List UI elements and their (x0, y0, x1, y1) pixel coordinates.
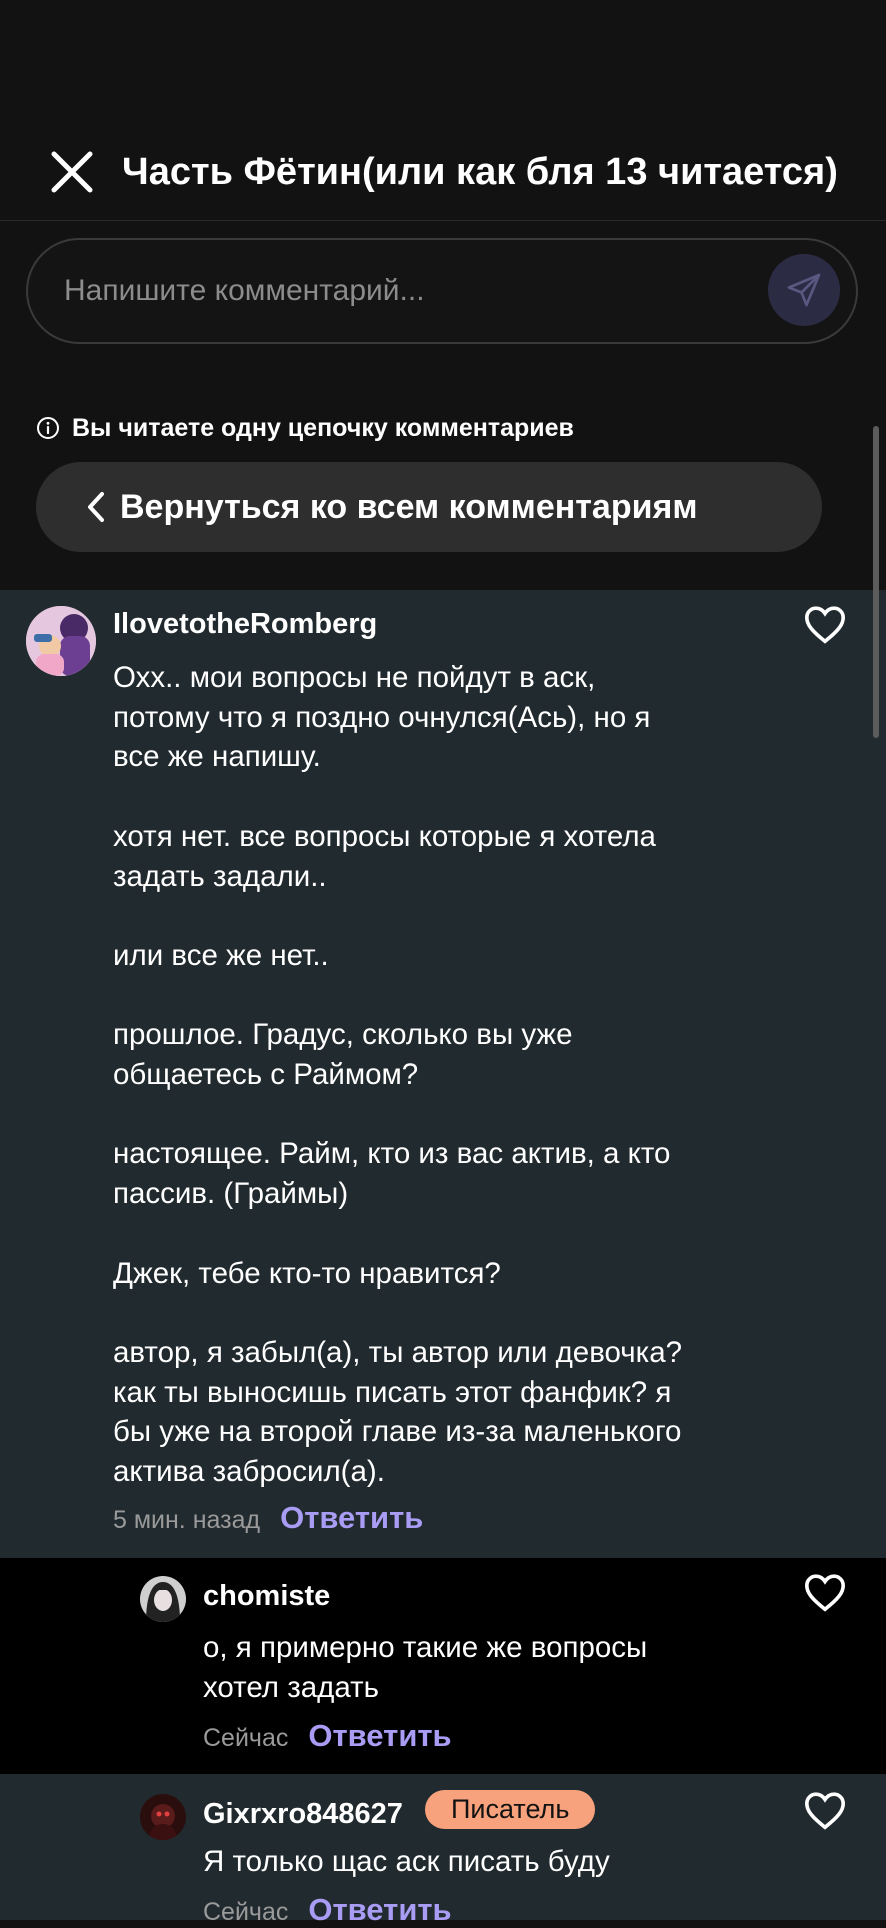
comment-time: Сейчас (203, 1898, 289, 1926)
page-title: Часть Фётин(или как бля 13 читается) (122, 151, 838, 193)
back-to-all-comments-button[interactable]: Вернуться ко всем комментариям (36, 462, 822, 552)
comment-text: Я только щас аск писать буду (203, 1845, 610, 1878)
avatar[interactable] (26, 606, 96, 676)
reply-button[interactable]: Ответить (308, 1718, 451, 1754)
info-icon (37, 417, 59, 439)
close-button[interactable] (44, 144, 100, 200)
comment-text: о, я примерно такие же вопросы хотел зад… (203, 1631, 648, 1704)
send-button[interactable] (768, 254, 840, 326)
comment-username[interactable]: IlovetotheRomberg (113, 608, 377, 641)
comment-username[interactable]: chomiste (203, 1580, 330, 1613)
comment-time: Сейчас (203, 1724, 289, 1752)
comment-input-placeholder: Напишите комментарий... (64, 274, 425, 307)
like-heart-icon[interactable] (803, 1572, 851, 1616)
comment-time: 5 мин. назад (113, 1506, 261, 1534)
thread-notice-text: Вы читаете одну цепочку комментариев (72, 413, 574, 442)
comment-text: Охх.. мои вопросы не пойдут в аск, потом… (113, 661, 683, 1489)
scrollbar[interactable] (873, 426, 879, 738)
comment-meta: Сейчас Ответить (203, 1718, 452, 1754)
comment-reply: Gixrxro848627 Писатель Я только щас аск … (0, 1774, 886, 1927)
thread-notice: Вы читаете одну цепочку комментариев (36, 410, 574, 446)
chevron-left-icon (86, 491, 106, 523)
avatar[interactable] (140, 1794, 186, 1840)
comment-meta: 5 мин. назад Ответить (113, 1500, 423, 1536)
like-heart-icon[interactable] (803, 1790, 851, 1834)
comment-input[interactable]: Напишите комментарий... (26, 238, 858, 344)
reply-button[interactable]: Ответить (308, 1892, 451, 1928)
writer-badge: Писатель (425, 1790, 596, 1829)
reply-button[interactable]: Ответить (280, 1500, 423, 1536)
send-icon (787, 273, 821, 307)
back-button-label: Вернуться ко всем комментариям (120, 487, 698, 526)
avatar[interactable] (140, 1576, 186, 1622)
comment-meta: Сейчас Ответить (203, 1892, 452, 1928)
like-heart-icon[interactable] (803, 604, 851, 648)
comment-reply: chomiste о, я примерно такие же вопросы … (0, 1558, 886, 1774)
comment-main: IlovetotheRomberg Охх.. мои вопросы не п… (0, 590, 886, 1558)
comment-username[interactable]: Gixrxro848627 (203, 1798, 403, 1831)
close-icon (51, 151, 93, 193)
